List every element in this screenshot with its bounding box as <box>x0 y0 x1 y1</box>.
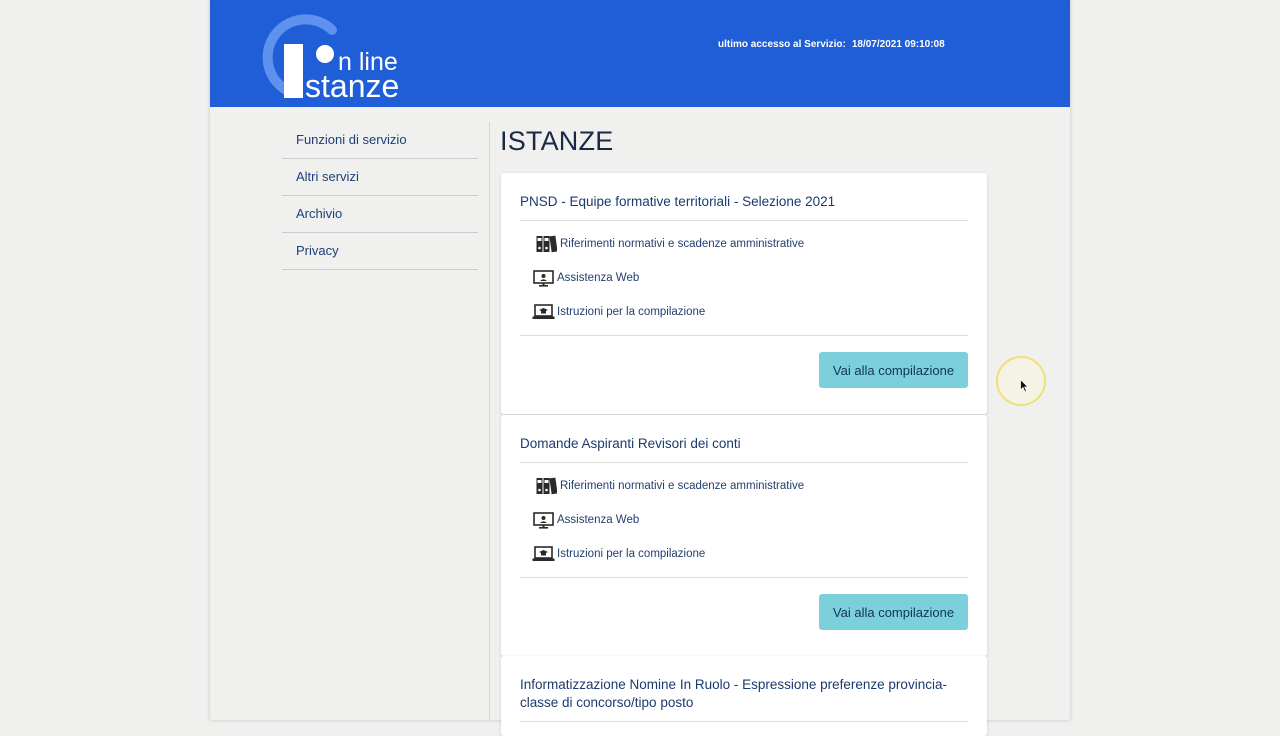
istanza-card: Informatizzazione Nomine In Ruolo - Espr… <box>501 656 987 736</box>
laptop-graduation-icon <box>531 546 555 562</box>
istanza-card: Domande Aspiranti Revisori dei conti Rif… <box>501 415 987 656</box>
sidebar-item-privacy[interactable]: Privacy <box>282 233 478 270</box>
istanza-card-title: Domande Aspiranti Revisori dei conti <box>520 415 968 463</box>
page-container: n line stanze ultimo accesso al Servizio… <box>210 0 1070 736</box>
assistenza-web-label: Assistenza Web <box>557 514 640 526</box>
assistenza-web-link[interactable]: Assistenza Web <box>520 503 968 537</box>
riferimenti-normativi-label: Riferimenti normativi e scadenze amminis… <box>560 480 805 492</box>
riferimenti-normativi-link[interactable]: Riferimenti normativi e scadenze amminis… <box>520 227 968 261</box>
istanza-card-title: PNSD - Equipe formative territoriali - S… <box>520 173 968 221</box>
vai-alla-compilazione-button[interactable]: Vai alla compilazione <box>819 594 968 630</box>
istanza-card-title: Informatizzazione Nomine In Ruolo - Espr… <box>520 656 968 722</box>
istanze-online-logo[interactable]: n line stanze <box>254 4 414 100</box>
riferimenti-normativi-label: Riferimenti normativi e scadenze amminis… <box>560 238 805 250</box>
assistenza-web-link[interactable]: Assistenza Web <box>520 261 968 295</box>
istruzioni-compilazione-label: Istruzioni per la compilazione <box>557 306 706 318</box>
sidebar-menu: Funzioni di servizio Altri servizi Archi… <box>282 122 478 270</box>
last-access-value: 18/07/2021 09:10:08 <box>851 39 945 50</box>
istanza-card-links: Riferimenti normativi e scadenze amminis… <box>520 463 968 578</box>
assistenza-web-label: Assistenza Web <box>557 272 640 284</box>
istanza-card: PNSD - Equipe formative territoriali - S… <box>501 173 987 414</box>
page-title: ISTANZE <box>500 126 614 156</box>
istanza-card-footer: Vai alla compilazione <box>501 336 987 414</box>
istanza-card-footer: Vai alla compilazione <box>501 578 987 656</box>
sidebar-item-altri-servizi[interactable]: Altri servizi <box>282 159 478 196</box>
content-divider <box>489 122 490 720</box>
last-access-label: ultimo accesso al Servizio: <box>718 39 846 50</box>
riferimenti-normativi-link[interactable]: Riferimenti normativi e scadenze amminis… <box>520 469 968 503</box>
last-access-info: ultimo accesso al Servizio: 18/07/2021 09… <box>718 39 945 50</box>
vai-alla-compilazione-button[interactable]: Vai alla compilazione <box>819 352 968 388</box>
istruzioni-compilazione-link[interactable]: Istruzioni per la compilazione <box>520 295 968 329</box>
binders-icon <box>534 477 558 495</box>
logo-word-bottom: stanze <box>305 68 399 100</box>
monitor-support-icon <box>531 269 555 287</box>
istruzioni-compilazione-label: Istruzioni per la compilazione <box>557 548 706 560</box>
header-bar: n line stanze ultimo accesso al Servizio… <box>210 0 1070 107</box>
monitor-support-icon <box>531 511 555 529</box>
sidebar-item-funzioni-di-servizio[interactable]: Funzioni di servizio <box>282 122 478 159</box>
sidebar-item-archivio[interactable]: Archivio <box>282 196 478 233</box>
binders-icon <box>534 235 558 253</box>
istanza-card-links: Riferimenti normativi e scadenze amminis… <box>520 221 968 336</box>
laptop-graduation-icon <box>531 304 555 320</box>
istruzioni-compilazione-link[interactable]: Istruzioni per la compilazione <box>520 537 968 571</box>
mouse-pointer-icon <box>1020 378 1029 398</box>
